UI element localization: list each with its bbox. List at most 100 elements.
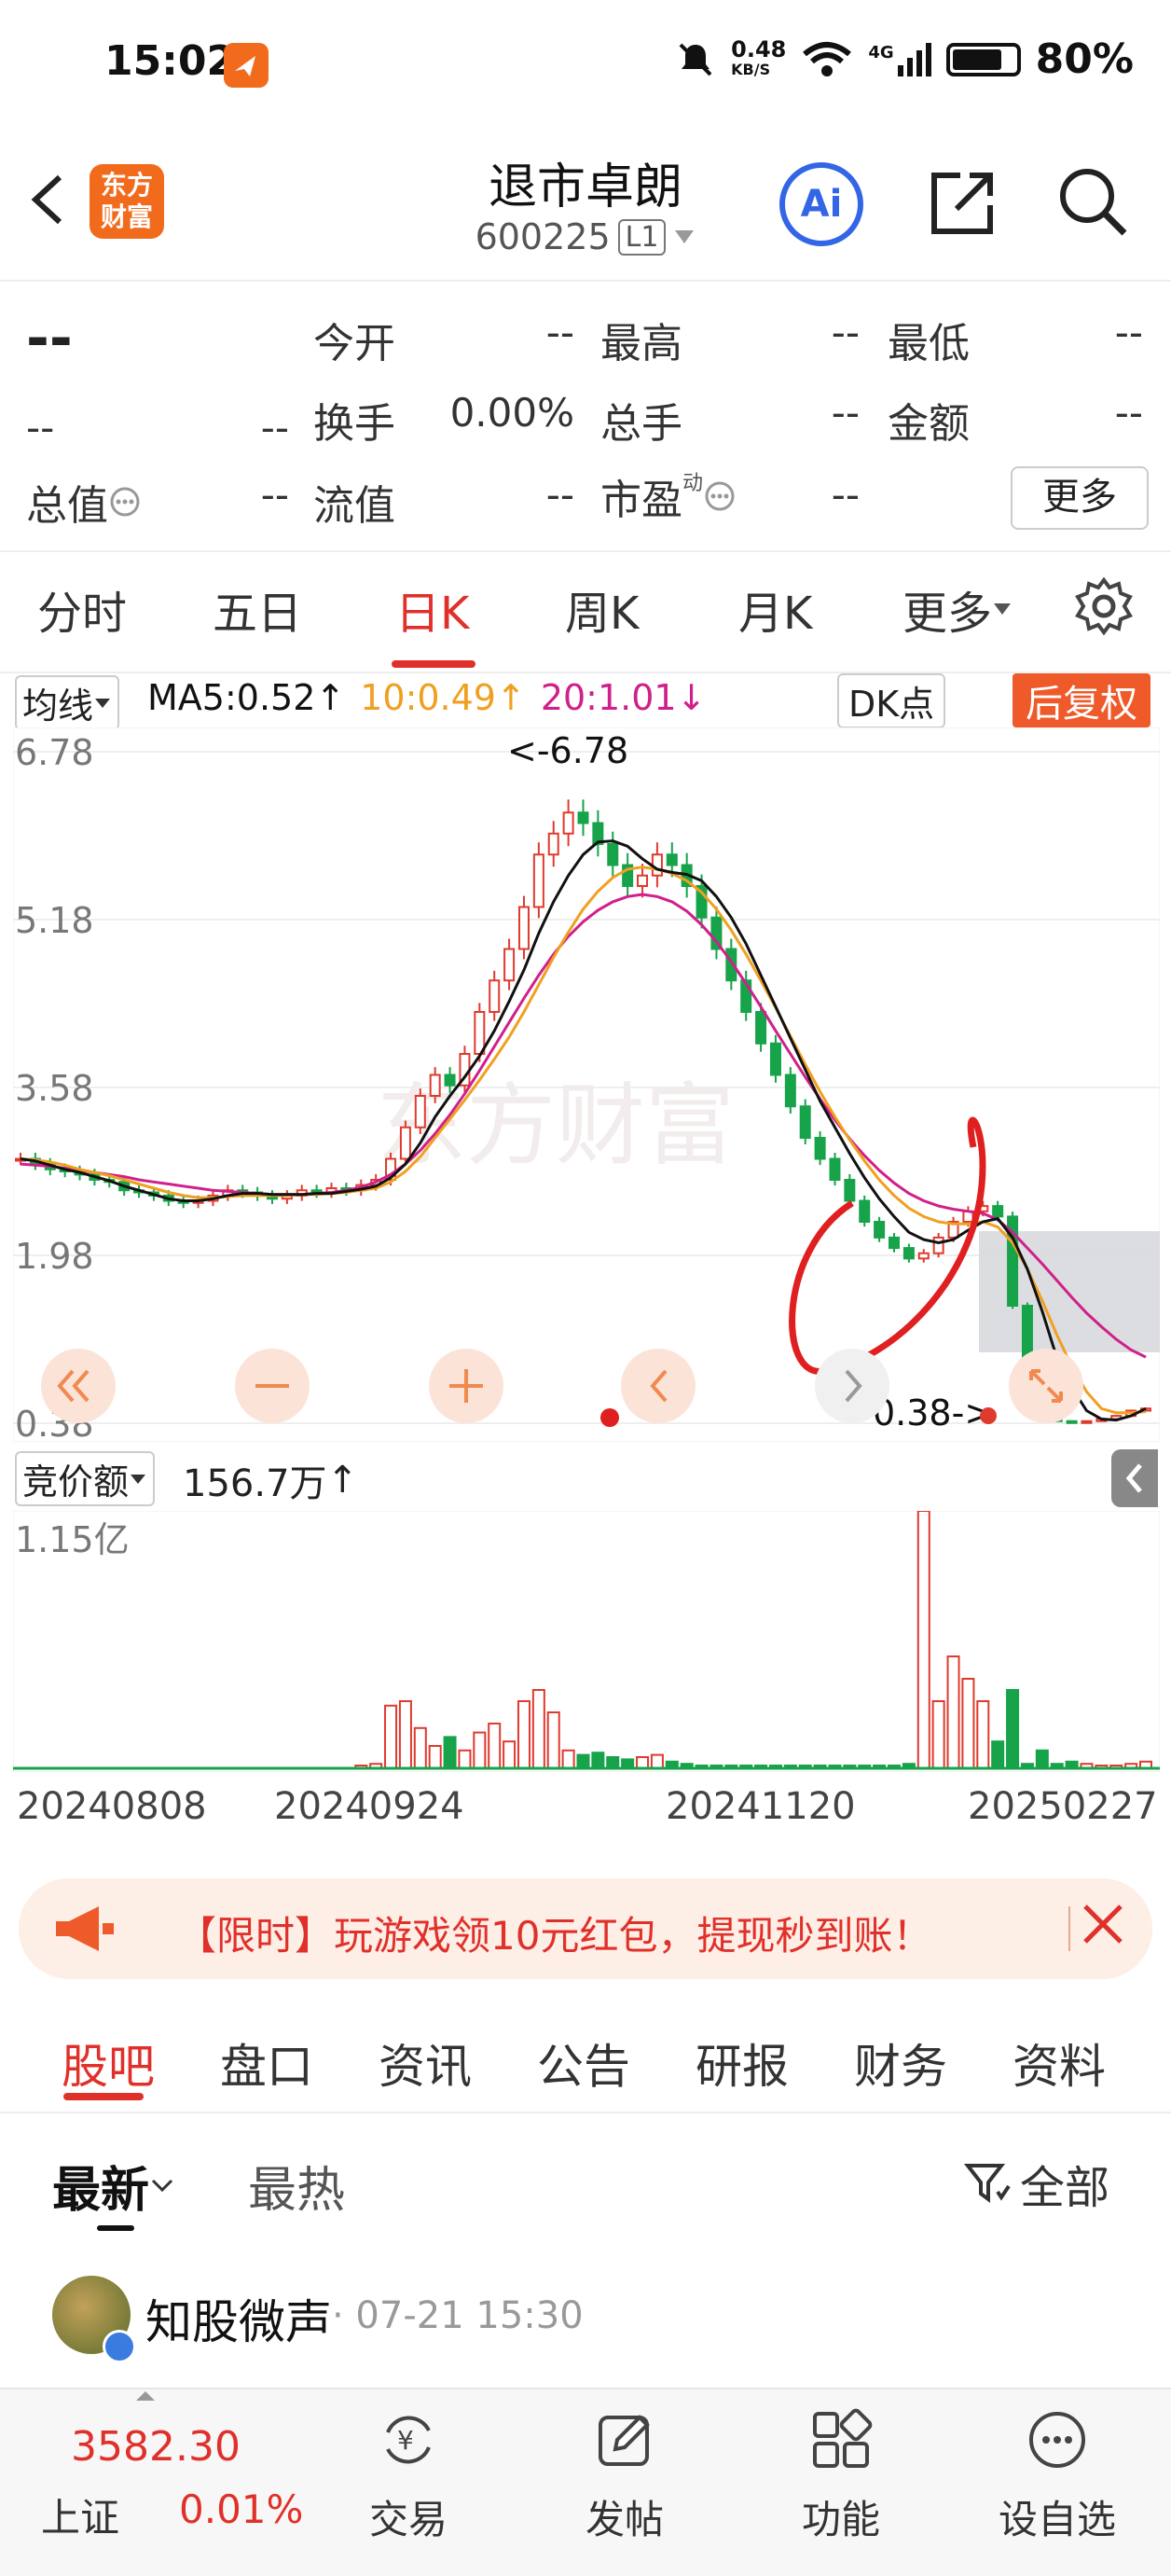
filter-button[interactable]: 全部: [964, 2151, 1109, 2216]
net-speed-unit: KB/S: [731, 60, 771, 78]
nav-add-watchlist[interactable]: 设自选: [983, 2406, 1132, 2545]
volume-bar: [473, 1731, 487, 1770]
tab-research[interactable]: 研报: [696, 2029, 789, 2097]
search-icon[interactable]: [1054, 162, 1132, 241]
candle: [799, 1105, 811, 1139]
tab-forum[interactable]: 股吧: [62, 2029, 155, 2097]
candle: [666, 853, 678, 866]
volume-bar: [503, 1740, 517, 1769]
tab-intraday[interactable]: 分时: [37, 576, 127, 642]
sort-latest[interactable]: 最新: [52, 2151, 175, 2221]
signal-icon: 4G: [868, 42, 931, 76]
ai-assistant-button[interactable]: Ai: [779, 162, 863, 246]
volume-selector-label: 竞价额: [22, 1461, 130, 1503]
dk-point-button[interactable]: DK点: [837, 673, 946, 728]
candle: [902, 1247, 915, 1260]
clock: 15:02: [104, 37, 236, 85]
date-label: 20250227: [968, 1785, 1158, 1828]
collapse-panel-button[interactable]: [1111, 1449, 1158, 1507]
tab-monthly-k[interactable]: 月K: [738, 576, 812, 642]
ma20-value: 20:1.01: [540, 677, 677, 718]
tab-announcements[interactable]: 公告: [537, 2029, 630, 2097]
volume-chart[interactable]: 1.15亿: [13, 1511, 1160, 1772]
tab-profile[interactable]: 资料: [1013, 2029, 1106, 2097]
volume-bar: [384, 1704, 398, 1769]
low-label: 最低: [888, 320, 970, 367]
expand-chart-button[interactable]: [1009, 1349, 1083, 1423]
candle: [769, 1042, 781, 1076]
sort-hot[interactable]: 最热: [248, 2151, 345, 2221]
tab-more-label: 更多: [902, 588, 993, 640]
volume-bar: [1006, 1689, 1020, 1769]
trade-icon: ¥: [386, 2416, 431, 2464]
candle: [489, 979, 501, 1013]
mute-bell-icon: [679, 43, 712, 76]
stock-code: 600225: [475, 216, 611, 257]
gear-icon[interactable]: [1074, 576, 1134, 636]
volume-bar: [591, 1752, 605, 1770]
sort-indicator: [97, 2225, 134, 2231]
promo-banner[interactable]: 【限时】玩游戏领10元红包，提现秒到账！: [19, 1878, 1152, 1979]
date-label: 20240808: [17, 1785, 207, 1828]
tab-financials[interactable]: 财务: [854, 2029, 947, 2097]
candle: [607, 843, 619, 866]
candle: [755, 1011, 767, 1045]
pe-value: --: [831, 472, 860, 518]
post-author[interactable]: 知股微声: [145, 2285, 332, 2352]
volume-bar: [991, 1740, 1005, 1769]
turnover-label: 换手: [313, 400, 395, 448]
pe-label[interactable]: 市盈 动: [600, 466, 737, 526]
more-quote-button[interactable]: 更多: [1011, 466, 1149, 530]
volume-bar: [1035, 1749, 1049, 1769]
date-label: 20240924: [274, 1785, 464, 1828]
scroll-right-button[interactable]: [815, 1349, 889, 1423]
low-value: --: [1114, 310, 1143, 355]
candle: [814, 1137, 826, 1160]
index-value[interactable]: 3582.30: [71, 2423, 241, 2471]
adjust-price-button[interactable]: 后复权: [1013, 673, 1150, 727]
volume-selector[interactable]: 竞价额: [15, 1451, 156, 1506]
scroll-left-button[interactable]: [621, 1349, 696, 1423]
zoom-out-button[interactable]: [235, 1349, 310, 1423]
share-icon[interactable]: [923, 164, 1001, 242]
nav-trade[interactable]: ¥ 交易: [334, 2406, 483, 2545]
tab-order-book[interactable]: 盘口: [220, 2029, 313, 2097]
high-label: 最高: [600, 320, 682, 367]
candle: [429, 1073, 441, 1097]
nav-functions[interactable]: 功能: [766, 2406, 916, 2545]
tab-weekly-k[interactable]: 周K: [565, 576, 639, 642]
kline-chart[interactable]: 东方财富 6.785.183.581.980.38 <-6.78 0.38->: [13, 727, 1160, 1442]
quote-panel: -- -- -- 总值 -- 今开 -- 最高 -- 最低 -- 换手 0.00…: [0, 280, 1171, 552]
candle: [637, 874, 649, 887]
volume-max-label: 1.15亿: [15, 1519, 130, 1560]
ma-selector[interactable]: 均线: [15, 675, 120, 730]
verified-badge-icon: [103, 2330, 136, 2363]
amount-value: --: [1114, 390, 1143, 436]
index-name: 上证: [41, 2495, 120, 2541]
volume-bar: [650, 1753, 664, 1770]
info-icon: [705, 481, 735, 511]
candle: [1081, 1420, 1093, 1424]
tab-more[interactable]: 更多: [902, 576, 1013, 642]
volume-bar: [398, 1700, 412, 1769]
candle: [859, 1199, 871, 1223]
apps-icon: [813, 2408, 873, 2468]
tab-five-day[interactable]: 五日: [213, 576, 302, 642]
scroll-left-fast-button[interactable]: [41, 1349, 116, 1423]
tab-news[interactable]: 资讯: [379, 2029, 472, 2097]
close-icon[interactable]: [1078, 1899, 1128, 1949]
post-item[interactable]: 知股微声 · 07-21 15:30: [0, 2242, 1171, 2382]
volume-bar: [916, 1511, 930, 1769]
caret-down-icon: [95, 698, 111, 708]
candle: [562, 811, 574, 835]
candle: [1066, 1420, 1078, 1424]
candle: [889, 1236, 901, 1250]
nav-compose[interactable]: 发帖: [550, 2406, 699, 2545]
tab-daily-k[interactable]: 日K: [395, 576, 469, 642]
caret-up-icon: [136, 2391, 155, 2401]
zoom-in-button[interactable]: [429, 1349, 503, 1423]
filter-label: 全部: [1020, 2162, 1110, 2214]
total-value-label[interactable]: 总值: [26, 472, 142, 532]
y-tick-label: 3.58: [15, 1068, 94, 1109]
candle: [532, 853, 544, 908]
